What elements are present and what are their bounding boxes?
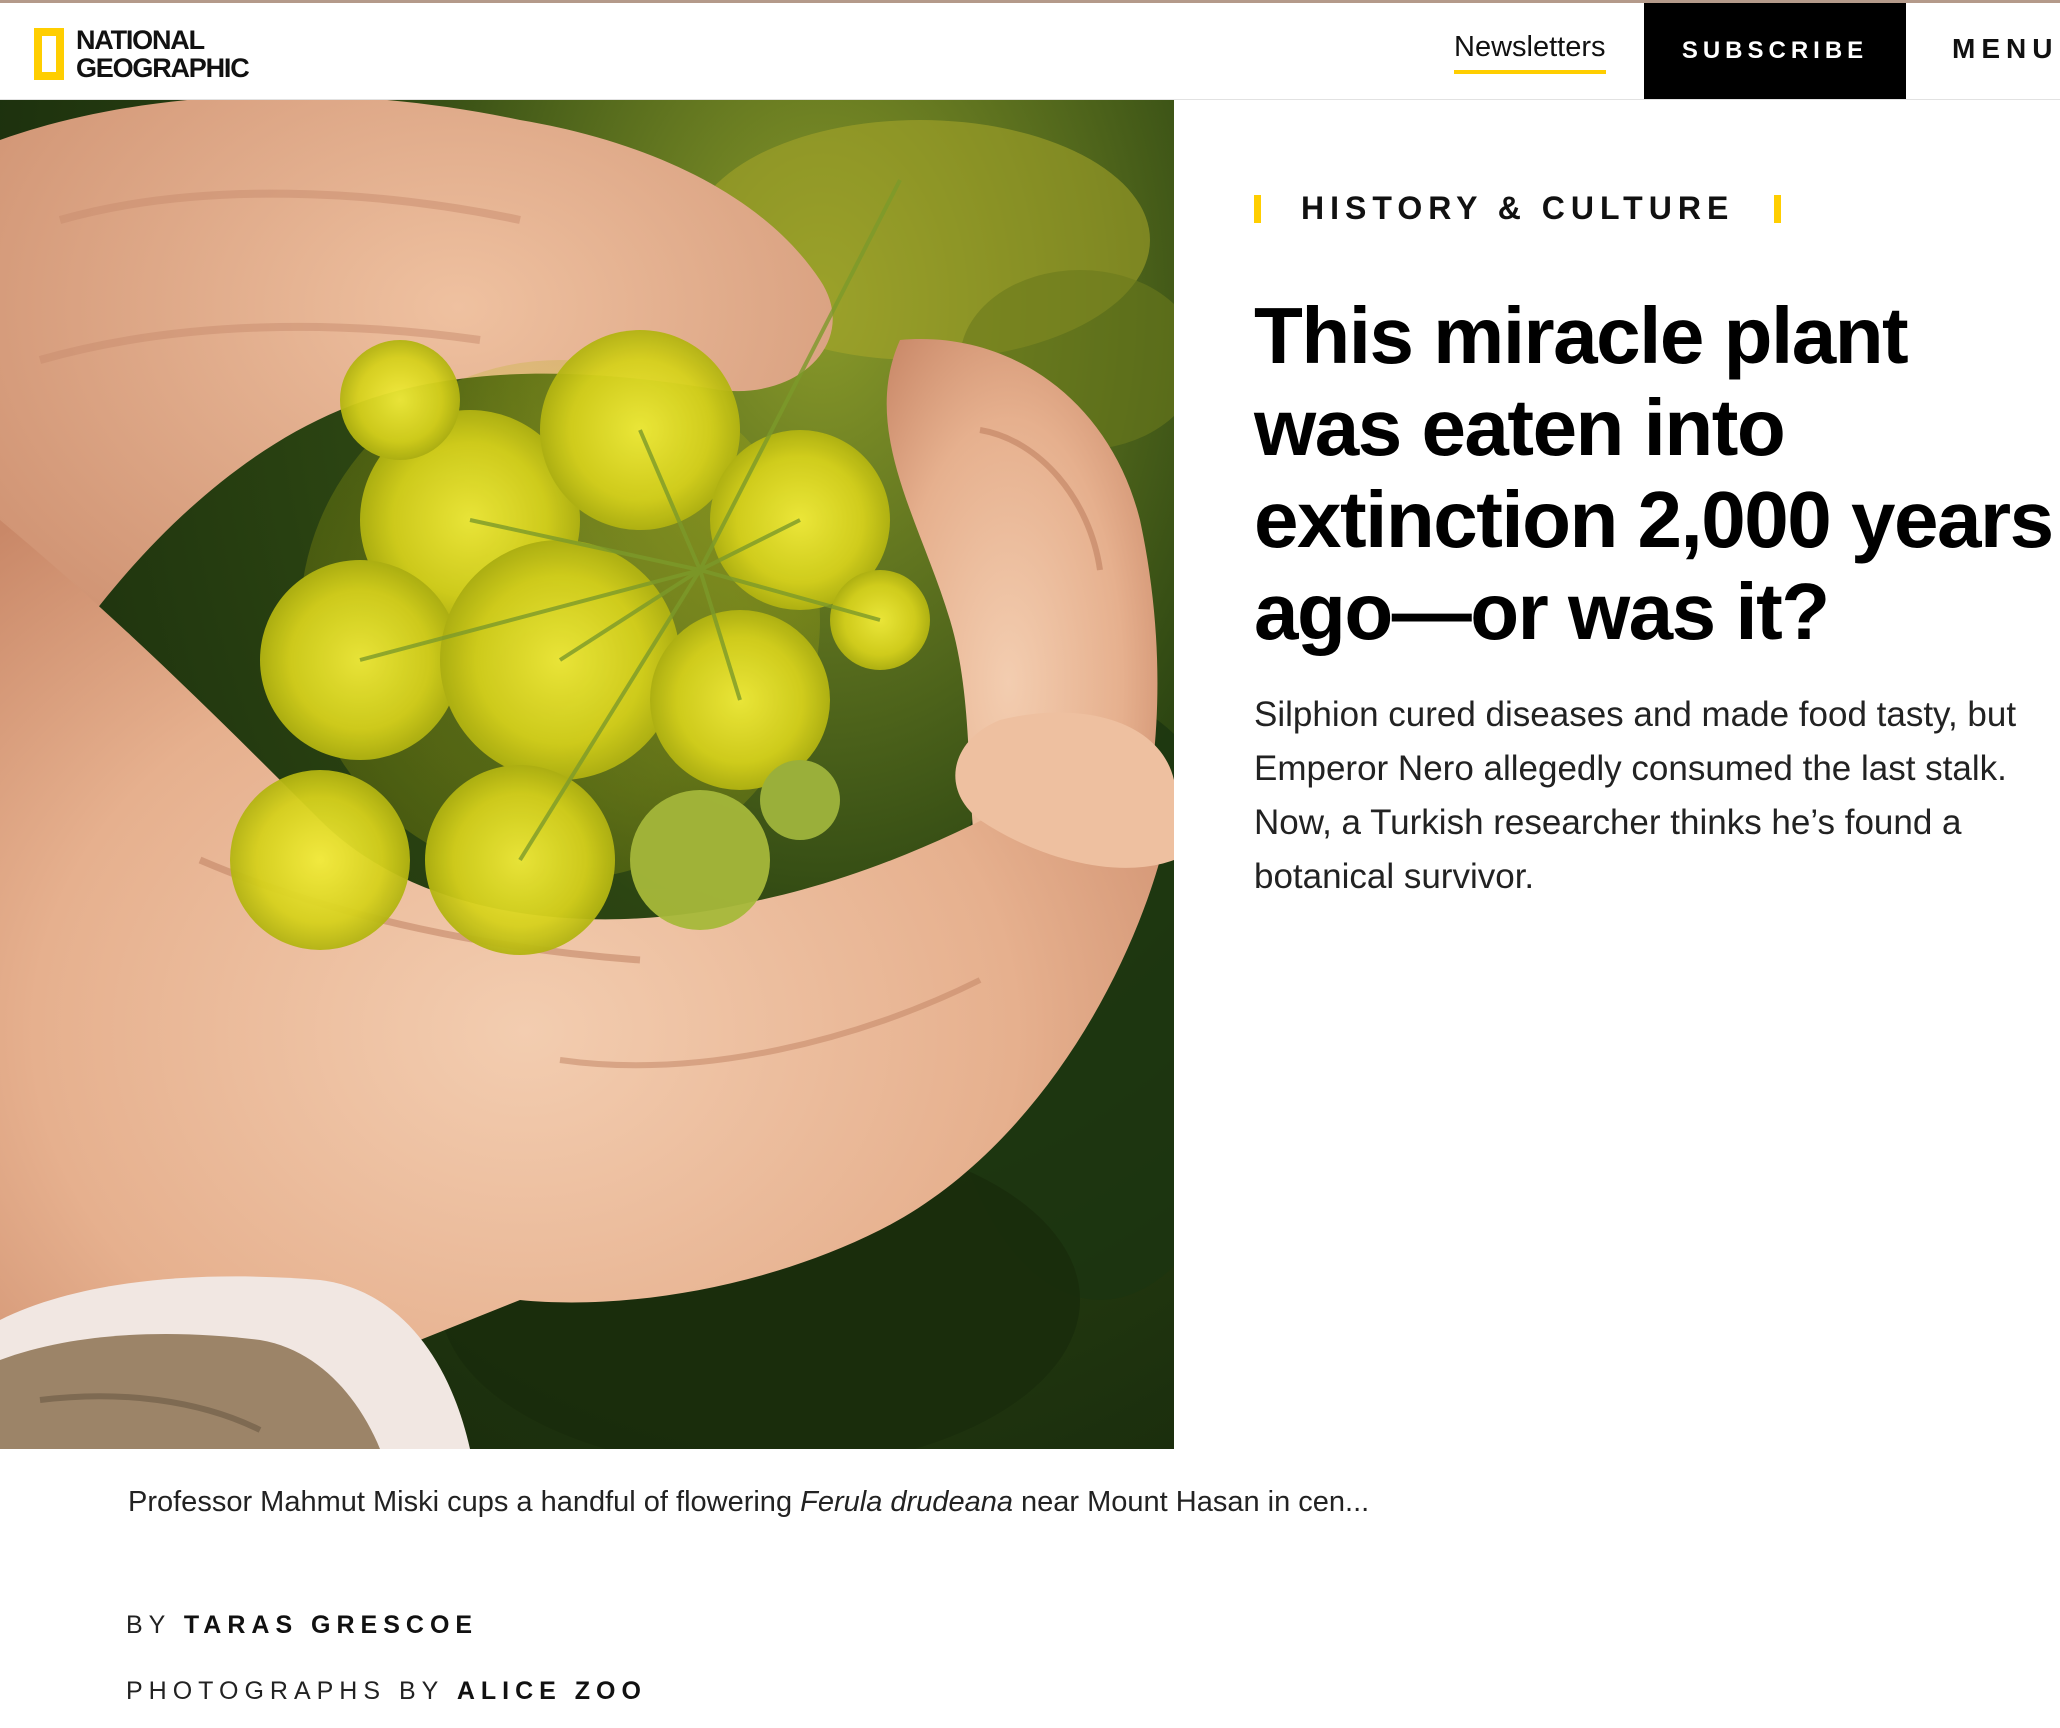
kicker-right-bar: [1774, 194, 1782, 223]
yellow-border-icon: [34, 28, 64, 80]
photos-prefix: PHOTOGRAPHS BY: [126, 1677, 444, 1705]
logo-wordmark: NATIONAL GEOGRAPHIC: [76, 25, 250, 83]
logo-line-2: GEOGRAPHIC: [76, 53, 250, 83]
caption-text-start: Professor Mahmut Miski cups a handful of…: [128, 1486, 801, 1518]
natgeo-logo[interactable]: NATIONAL GEOGRAPHIC: [34, 23, 250, 85]
hero-image: [0, 100, 1174, 1449]
logo-line-1: NATIONAL: [76, 25, 205, 55]
photographer-byline: PHOTOGRAPHS BY ALICE ZOO: [126, 1677, 647, 1706]
section-kicker[interactable]: HISTORY & CULTURE: [1254, 190, 1782, 227]
menu-button[interactable]: MENU: [1952, 33, 2058, 65]
article-headline: This miracle plant was eaten into extinc…: [1254, 291, 2054, 656]
author-byline: BY TARAS GRESCOE: [126, 1611, 478, 1640]
caption-species: Ferula drudeana: [800, 1486, 1013, 1518]
newsletters-link[interactable]: Newsletters: [1454, 31, 1606, 74]
kicker-label[interactable]: HISTORY & CULTURE: [1301, 190, 1734, 227]
hands-flowers-illustration: [0, 100, 1174, 1449]
photo-caption[interactable]: Professor Mahmut Miski cups a handful of…: [128, 1486, 1369, 1519]
author-name[interactable]: TARAS GRESCOE: [184, 1611, 478, 1639]
photographer-name[interactable]: ALICE ZOO: [457, 1677, 647, 1705]
article-dek: Silphion cured diseases and made food ta…: [1254, 695, 2017, 896]
subscribe-button[interactable]: SUBSCRIBE: [1644, 3, 1906, 99]
byline-prefix: BY: [126, 1611, 171, 1639]
site-header: NATIONAL GEOGRAPHIC Newsletters SUBSCRIB…: [0, 3, 2060, 100]
kicker-left-bar: [1254, 194, 1261, 223]
caption-text-end: near Mount Hasan in cen...: [1012, 1486, 1370, 1518]
